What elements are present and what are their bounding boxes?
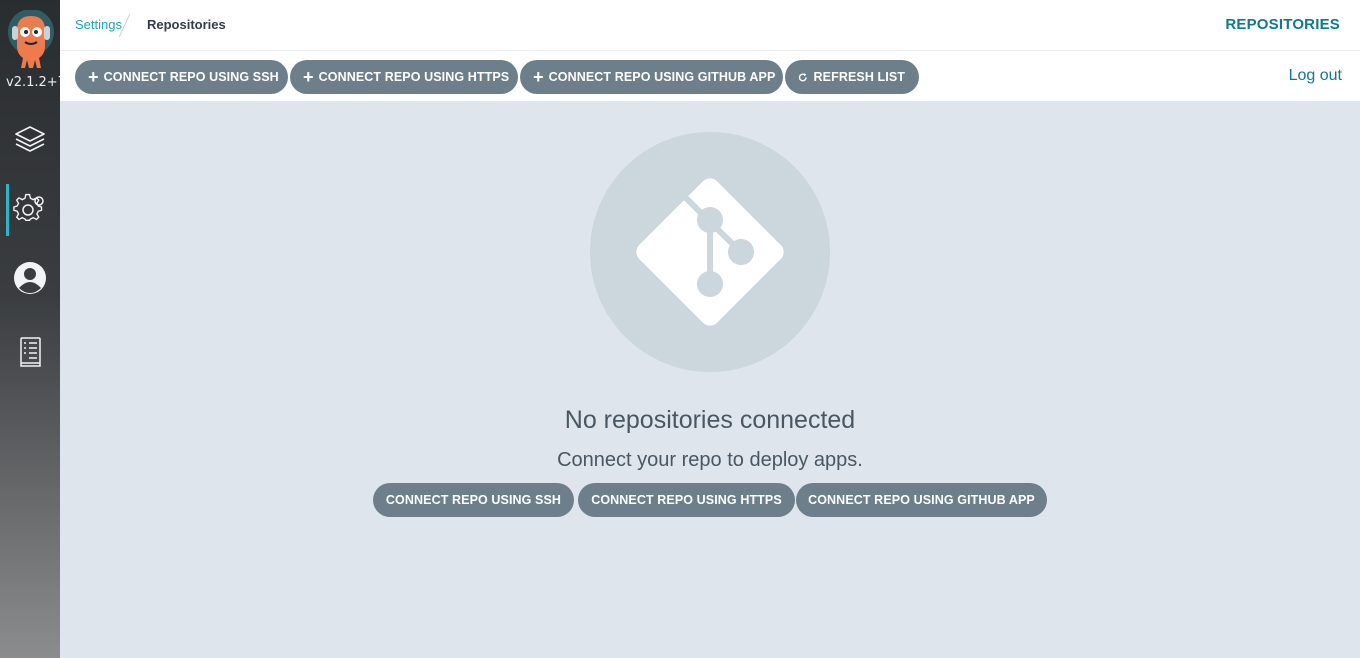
refresh-list-label: REFRESH LIST bbox=[813, 70, 905, 84]
git-icon bbox=[636, 178, 784, 326]
layers-icon bbox=[15, 126, 45, 152]
logout-link[interactable]: Log out bbox=[1289, 67, 1342, 85]
sidebar-item-user-info[interactable] bbox=[0, 252, 60, 304]
breadcrumb-current: Repositories bbox=[147, 17, 226, 32]
sidebar-item-settings[interactable] bbox=[0, 184, 60, 236]
refresh-list-button[interactable]: REFRESH LIST bbox=[785, 60, 919, 94]
page-title: REPOSITORIES bbox=[1225, 16, 1340, 33]
sidebar-item-applications[interactable] bbox=[0, 114, 60, 166]
sidebar: v2.1.2+7 bbox=[0, 0, 60, 658]
book-icon bbox=[20, 337, 41, 367]
empty-connect-github-app-button[interactable]: CONNECT REPO USING GITHUB APP bbox=[796, 483, 1047, 517]
version-label: v2.1.2+7 bbox=[6, 75, 60, 90]
sidebar-item-documentation[interactable] bbox=[0, 326, 60, 378]
plus-icon: + bbox=[303, 67, 314, 87]
gear-icon bbox=[13, 193, 44, 222]
breadcrumb-settings-link[interactable]: Settings bbox=[75, 17, 122, 32]
user-icon bbox=[14, 262, 46, 294]
plus-icon: + bbox=[533, 67, 544, 87]
empty-state-subtitle: Connect your repo to deploy apps. bbox=[557, 449, 863, 471]
empty-connect-ssh-button[interactable]: CONNECT REPO USING SSH bbox=[373, 483, 574, 517]
empty-connect-https-button[interactable]: CONNECT REPO USING HTTPS bbox=[578, 483, 795, 517]
plus-icon: + bbox=[88, 67, 99, 87]
connect-github-app-label: CONNECT REPO USING GITHUB APP bbox=[548, 70, 776, 84]
empty-state-title: No repositories connected bbox=[564, 406, 856, 434]
connect-ssh-label: CONNECT REPO USING SSH bbox=[103, 70, 279, 84]
connect-https-button[interactable]: + CONNECT REPO USING HTTPS bbox=[290, 60, 518, 94]
toolbar: + CONNECT REPO USING SSH + CONNECT REPO … bbox=[60, 51, 1360, 102]
top-header: Settings Repositories REPOSITORIES bbox=[60, 0, 1360, 51]
connect-https-label: CONNECT REPO USING HTTPS bbox=[318, 70, 510, 84]
connect-ssh-button[interactable]: + CONNECT REPO USING SSH bbox=[75, 60, 288, 94]
refresh-icon bbox=[798, 72, 807, 81]
argo-logo[interactable] bbox=[7, 9, 55, 72]
connect-github-app-button[interactable]: + CONNECT REPO USING GITHUB APP bbox=[520, 60, 783, 94]
